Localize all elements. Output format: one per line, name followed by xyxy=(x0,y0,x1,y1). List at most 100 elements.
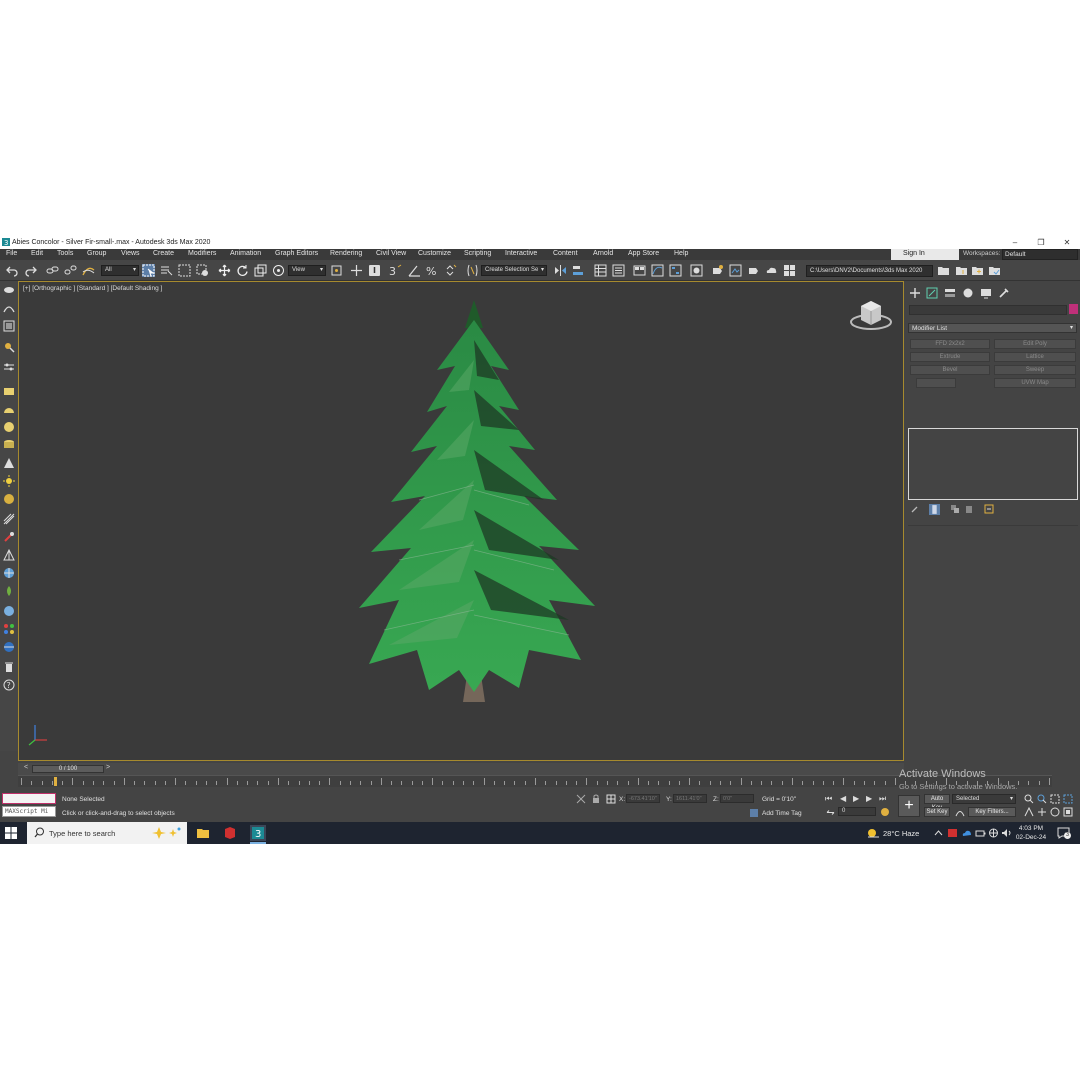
set-key-button[interactable]: Set Key xyxy=(924,807,950,817)
select-manipulate-icon[interactable] xyxy=(350,264,363,277)
time-prev-button[interactable]: < xyxy=(24,764,28,771)
menu-group[interactable]: Group xyxy=(87,250,106,257)
menu-views[interactable]: Views xyxy=(121,250,140,257)
zoom-extents-all-icon[interactable] xyxy=(1063,794,1073,804)
notification-center-button[interactable]: 3 xyxy=(1057,827,1071,839)
selection-tool-icon[interactable] xyxy=(3,320,15,332)
modifier-button-edit-poly[interactable]: Edit Poly xyxy=(994,339,1076,349)
project-path-dropdown[interactable]: C:\Users\DNV2\Documents\3ds Max 2020 xyxy=(806,265,933,277)
maximize-viewport-icon[interactable] xyxy=(1063,807,1073,817)
foliage-icon[interactable] xyxy=(3,585,15,597)
show-end-result-icon[interactable] xyxy=(929,504,940,515)
spinner-snap-icon[interactable] xyxy=(444,264,457,277)
modifier-button-uvw-map[interactable]: UVW Map xyxy=(994,378,1076,388)
z-coordinate-field[interactable]: 0'0" xyxy=(720,794,754,803)
taskbar-clock[interactable]: 4:03 PM 02-Dec-24 xyxy=(1012,824,1050,842)
selection-lock-icon[interactable] xyxy=(592,794,600,804)
render-setup-icon[interactable] xyxy=(711,264,724,277)
file-explorer-icon[interactable] xyxy=(195,825,211,841)
snaps-toggle-icon[interactable]: 3 xyxy=(389,264,402,277)
menu-file[interactable]: File xyxy=(6,250,17,257)
x-coordinate-field[interactable]: -673.41'10" xyxy=(626,794,660,803)
selection-filter-dropdown[interactable]: All xyxy=(101,265,139,276)
time-configuration-icon[interactable] xyxy=(880,807,890,817)
menu-modifiers[interactable]: Modifiers xyxy=(188,250,216,257)
select-object-icon[interactable] xyxy=(142,264,155,277)
particles-icon[interactable] xyxy=(3,513,15,525)
sketchup-icon[interactable] xyxy=(222,825,238,841)
track-bar[interactable] xyxy=(18,775,1052,787)
maximize-button[interactable]: ❐ xyxy=(1028,236,1054,249)
placement-icon[interactable] xyxy=(272,264,285,277)
light-icon[interactable] xyxy=(3,475,15,487)
pyramid-icon[interactable] xyxy=(3,549,15,561)
modifier-button-ffd[interactable]: FFD 2x2x2 xyxy=(910,339,990,349)
toggle-ribbon-icon[interactable] xyxy=(633,264,646,277)
menu-help[interactable]: Help xyxy=(674,250,688,257)
previous-frame-icon[interactable]: ◀ xyxy=(840,794,846,803)
goto-start-icon[interactable]: ⏮ xyxy=(825,794,832,804)
freeform-icon[interactable] xyxy=(3,302,15,314)
cylinder-icon[interactable] xyxy=(3,439,15,451)
redo-icon[interactable] xyxy=(24,264,37,277)
key-mode-select[interactable]: Selected xyxy=(952,794,1016,804)
current-frame-field[interactable]: 0 xyxy=(838,807,876,816)
teapot-icon[interactable] xyxy=(3,493,15,505)
bind-space-warp-icon[interactable] xyxy=(82,264,95,277)
network-icon[interactable] xyxy=(988,828,999,838)
scale-icon[interactable] xyxy=(254,264,267,277)
menu-animation[interactable]: Animation xyxy=(230,250,261,257)
modifier-button-bevel[interactable]: Bevel xyxy=(910,365,990,375)
link-icon[interactable] xyxy=(46,264,59,277)
rectangular-selection-icon[interactable] xyxy=(178,264,191,277)
utilities-tab-icon[interactable] xyxy=(998,287,1010,299)
viewport-label[interactable]: [+] [Orthographic ] [Standard ] [Default… xyxy=(23,285,162,292)
menu-edit[interactable]: Edit xyxy=(31,250,43,257)
angle-snap-icon[interactable] xyxy=(408,264,421,277)
minimize-button[interactable]: – xyxy=(1002,236,1028,249)
menu-rendering[interactable]: Rendering xyxy=(330,250,362,257)
paint-brush-icon[interactable] xyxy=(3,531,15,543)
hierarchy-tab-icon[interactable] xyxy=(944,287,956,299)
layer-explorer-icon[interactable] xyxy=(612,264,625,277)
curve-editor-icon[interactable] xyxy=(651,264,664,277)
rendered-frame-window-icon[interactable] xyxy=(729,264,742,277)
next-frame-icon[interactable]: ▶ xyxy=(866,794,872,803)
time-tag-icon[interactable] xyxy=(749,808,759,818)
motion-tab-icon[interactable] xyxy=(962,287,974,299)
edit-named-selection-icon[interactable] xyxy=(466,264,479,277)
field-of-view-icon[interactable] xyxy=(1024,807,1034,817)
goto-end-icon[interactable]: ⏭ xyxy=(879,794,886,804)
geosphere-icon[interactable] xyxy=(3,567,15,579)
menu-civil-view[interactable]: Civil View xyxy=(376,250,406,257)
configure-modifier-sets-icon[interactable] xyxy=(984,504,994,514)
weather-icon[interactable] xyxy=(866,827,880,839)
remove-modifier-icon[interactable] xyxy=(964,504,974,514)
silver-fir-tree-model[interactable] xyxy=(359,300,599,710)
menu-app-store[interactable]: App Store xyxy=(628,250,659,257)
material-editor-icon[interactable] xyxy=(690,264,703,277)
box-icon[interactable] xyxy=(3,385,15,397)
viewport-orthographic[interactable]: [+] [Orthographic ] [Standard ] [Default… xyxy=(18,281,904,761)
zoom-all-icon[interactable] xyxy=(1037,794,1047,804)
undo-icon[interactable] xyxy=(6,264,19,277)
set-active-project-icon[interactable] xyxy=(988,264,1001,277)
create-geometry-icon[interactable] xyxy=(3,284,15,296)
menu-interactive[interactable]: Interactive xyxy=(505,250,537,257)
menu-create[interactable]: Create xyxy=(153,250,174,257)
pan-view-icon[interactable] xyxy=(1037,807,1047,817)
modifier-button-extrude[interactable]: Extrude xyxy=(910,352,990,362)
default-in-out-tangents-icon[interactable] xyxy=(955,807,965,817)
menu-content[interactable]: Content xyxy=(553,250,578,257)
time-slider[interactable]: 0 / 100 xyxy=(32,765,104,773)
key-filters-button[interactable]: Key Filters... xyxy=(968,807,1016,817)
populate-icon[interactable] xyxy=(3,361,15,373)
menu-customize[interactable]: Customize xyxy=(418,250,451,257)
align-icon[interactable] xyxy=(572,264,585,277)
y-coordinate-field[interactable]: 1611.41'0" xyxy=(673,794,707,803)
pin-stack-icon[interactable] xyxy=(910,504,920,514)
palette-icon[interactable] xyxy=(3,623,15,635)
create-project-icon[interactable] xyxy=(971,264,984,277)
volume-icon[interactable] xyxy=(1001,828,1012,838)
menu-graph-editors[interactable]: Graph Editors xyxy=(275,250,318,257)
